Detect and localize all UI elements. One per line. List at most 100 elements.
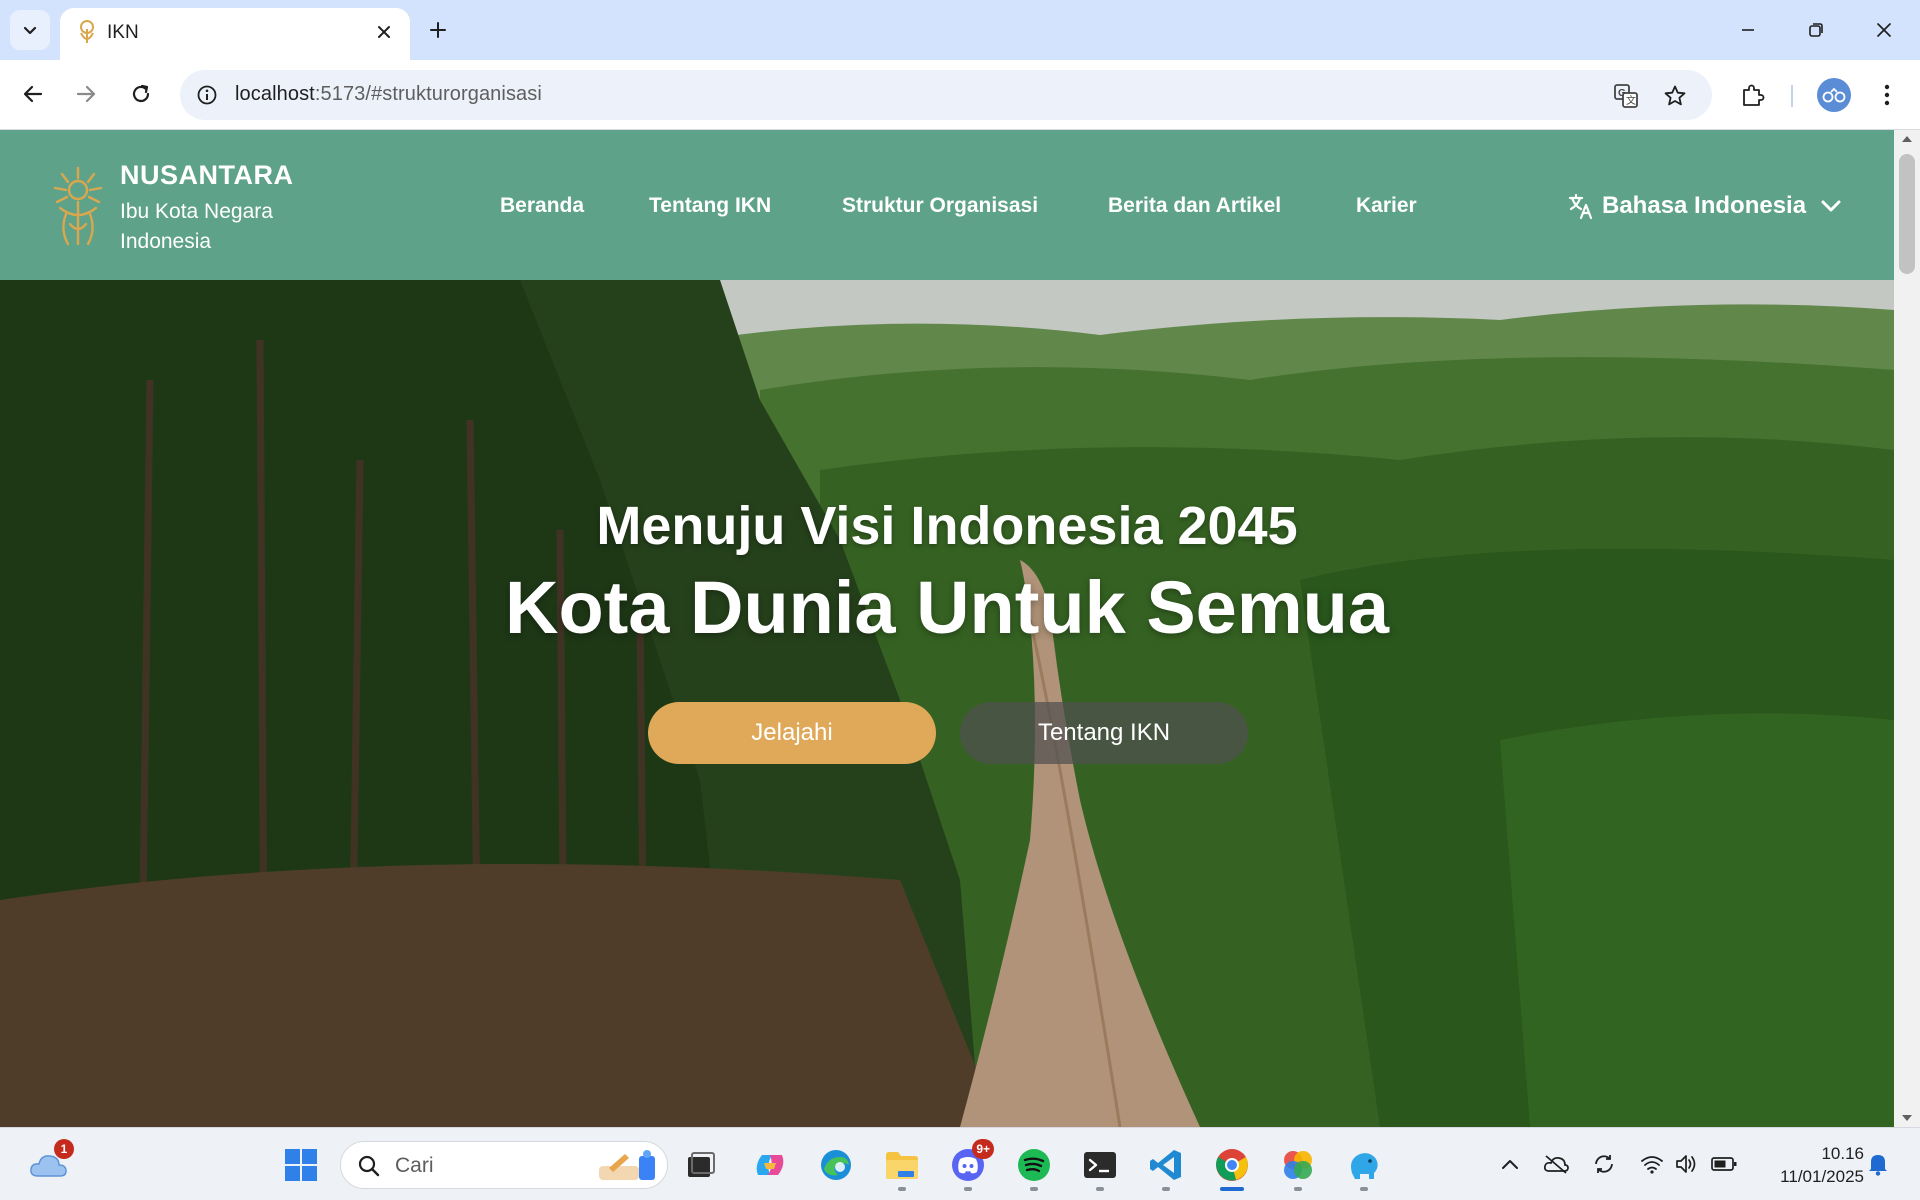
hero-kicker: Menuju Visi Indonesia 2045 [596, 496, 1298, 556]
site-info-icon [197, 85, 217, 105]
discord-badge: 9+ [972, 1139, 994, 1159]
profile-button[interactable] [1817, 78, 1851, 112]
language-selector[interactable]: Bahasa Indonesia [1566, 188, 1842, 224]
taskbar-search-box[interactable]: Cari [340, 1141, 668, 1189]
nav-struktur-organisasi[interactable]: Struktur Organisasi [842, 194, 1038, 218]
restore-button[interactable] [1796, 12, 1836, 48]
brand-subtitle: Ibu Kota Negara Indonesia [120, 200, 273, 253]
edge-icon [821, 1150, 851, 1180]
battery-icon [1711, 1157, 1737, 1171]
clock-date: 11/01/2025 [1780, 1167, 1864, 1186]
spotify-icon [1018, 1149, 1050, 1181]
plus-icon [430, 22, 446, 38]
new-tab-button[interactable] [422, 14, 454, 46]
search-placeholder: Cari [395, 1154, 434, 1177]
terminal-button[interactable] [1078, 1143, 1122, 1191]
chevron-down-icon [1820, 195, 1842, 217]
nav-berita-dan-artikel[interactable]: Berita dan Artikel [1108, 194, 1281, 218]
tab-list-icon [23, 26, 37, 35]
toolbar-separator [1791, 85, 1793, 107]
translate-button[interactable]: G文 [1610, 80, 1642, 112]
bookmark-star-button[interactable] [1659, 80, 1691, 112]
close-icon [378, 26, 390, 38]
chrome-button[interactable] [1210, 1143, 1254, 1191]
notification-bell-icon [1869, 1155, 1887, 1176]
address-bar[interactable]: localhost:5173/#strukturorganisasi G文 [180, 70, 1712, 120]
edge-button[interactable] [814, 1143, 858, 1187]
back-button[interactable] [13, 74, 53, 114]
taskbar-clock[interactable]: 10.16 11/01/2025 [1752, 1142, 1864, 1188]
close-window-icon [1877, 23, 1891, 37]
clock-time: 10.16 [1821, 1144, 1864, 1163]
browser-menu-button[interactable] [1868, 76, 1906, 114]
vscode-button[interactable] [1144, 1143, 1188, 1191]
wifi-tray[interactable] [1638, 1150, 1666, 1178]
photos-icon [1284, 1151, 1312, 1179]
copilot-button[interactable] [748, 1143, 792, 1187]
translate-language-icon [1566, 191, 1596, 221]
scroll-thumb[interactable] [1899, 154, 1915, 274]
nav-tentang-ikn[interactable]: Tentang IKN [649, 194, 771, 218]
browser-tab-active[interactable]: IKN [60, 8, 410, 60]
photos-button[interactable] [1276, 1143, 1320, 1191]
browser-tab-strip: IKN [0, 0, 1920, 60]
discord-button[interactable]: 9+ [946, 1139, 994, 1191]
extensions-icon [1743, 84, 1765, 106]
forward-icon [76, 85, 96, 103]
wifi-icon [1641, 1156, 1663, 1174]
extensions-button[interactable] [1734, 76, 1772, 114]
minimize-icon [1742, 29, 1754, 31]
search-highlight-icon [599, 1150, 655, 1180]
windows-taskbar: 1 Cari 9+ 10.16 11/01/2025 [0, 1127, 1920, 1200]
start-button[interactable] [279, 1143, 323, 1187]
reload-icon [132, 84, 150, 103]
file-explorer-icon [886, 1152, 918, 1179]
volume-icon [1676, 1155, 1696, 1173]
volume-tray[interactable] [1672, 1150, 1700, 1178]
jelajahi-button[interactable]: Jelajahi [648, 702, 936, 764]
ikn-favicon-icon [80, 20, 94, 43]
onedrive-tray[interactable] [1542, 1150, 1570, 1178]
nusantara-logo-icon[interactable] [48, 164, 108, 248]
url-host: localhost [235, 83, 315, 105]
page-viewport: NUSANTARA Ibu Kota Negara Indonesia Bera… [0, 130, 1894, 1127]
spotify-button[interactable] [1012, 1143, 1056, 1191]
file-explorer-button[interactable] [880, 1143, 924, 1191]
tab-list-button[interactable] [10, 10, 50, 50]
copilot-icon [756, 1155, 784, 1175]
windows-start-icon [285, 1149, 317, 1181]
scroll-down-arrow-icon[interactable] [1902, 1115, 1912, 1121]
tentang-ikn-button[interactable]: Tentang IKN [960, 702, 1248, 764]
scroll-up-arrow-icon[interactable] [1902, 136, 1912, 142]
profile-icon [1822, 87, 1846, 103]
brand-name[interactable]: NUSANTARA [120, 160, 294, 191]
weather-widget[interactable]: 1 [26, 1139, 74, 1187]
notification-center-button[interactable] [1864, 1150, 1892, 1178]
site-info-button[interactable] [192, 80, 222, 110]
url-text: localhost:5173/#strukturorganisasi [235, 83, 542, 106]
restore-icon [1809, 23, 1823, 37]
close-window-button[interactable] [1864, 12, 1904, 48]
nav-karier[interactable]: Karier [1356, 194, 1417, 218]
nav-beranda[interactable]: Beranda [500, 194, 584, 218]
page-scrollbar[interactable] [1894, 130, 1920, 1127]
reload-button[interactable] [121, 74, 161, 114]
minimize-button[interactable] [1728, 12, 1768, 48]
task-view-button[interactable] [678, 1143, 722, 1187]
chevron-up-icon [1502, 1160, 1518, 1169]
sync-icon [1595, 1155, 1613, 1173]
show-hidden-icons-button[interactable] [1496, 1150, 1524, 1178]
search-icon [358, 1155, 380, 1177]
tab-close-button[interactable] [372, 20, 396, 44]
translate-icon: G文 [1614, 84, 1638, 108]
svg-text:文: 文 [1626, 94, 1636, 107]
task-view-icon [688, 1152, 715, 1177]
battery-tray[interactable] [1710, 1150, 1738, 1178]
forward-button[interactable] [66, 74, 106, 114]
hero-overlay [0, 280, 1894, 1127]
onedrive-icon [1543, 1155, 1569, 1174]
hero-section: Menuju Visi Indonesia 2045 Kota Dunia Un… [0, 280, 1894, 1127]
elephant-app-button[interactable] [1342, 1143, 1386, 1191]
site-header: NUSANTARA Ibu Kota Negara Indonesia Bera… [0, 130, 1894, 280]
sync-tray[interactable] [1590, 1150, 1618, 1178]
